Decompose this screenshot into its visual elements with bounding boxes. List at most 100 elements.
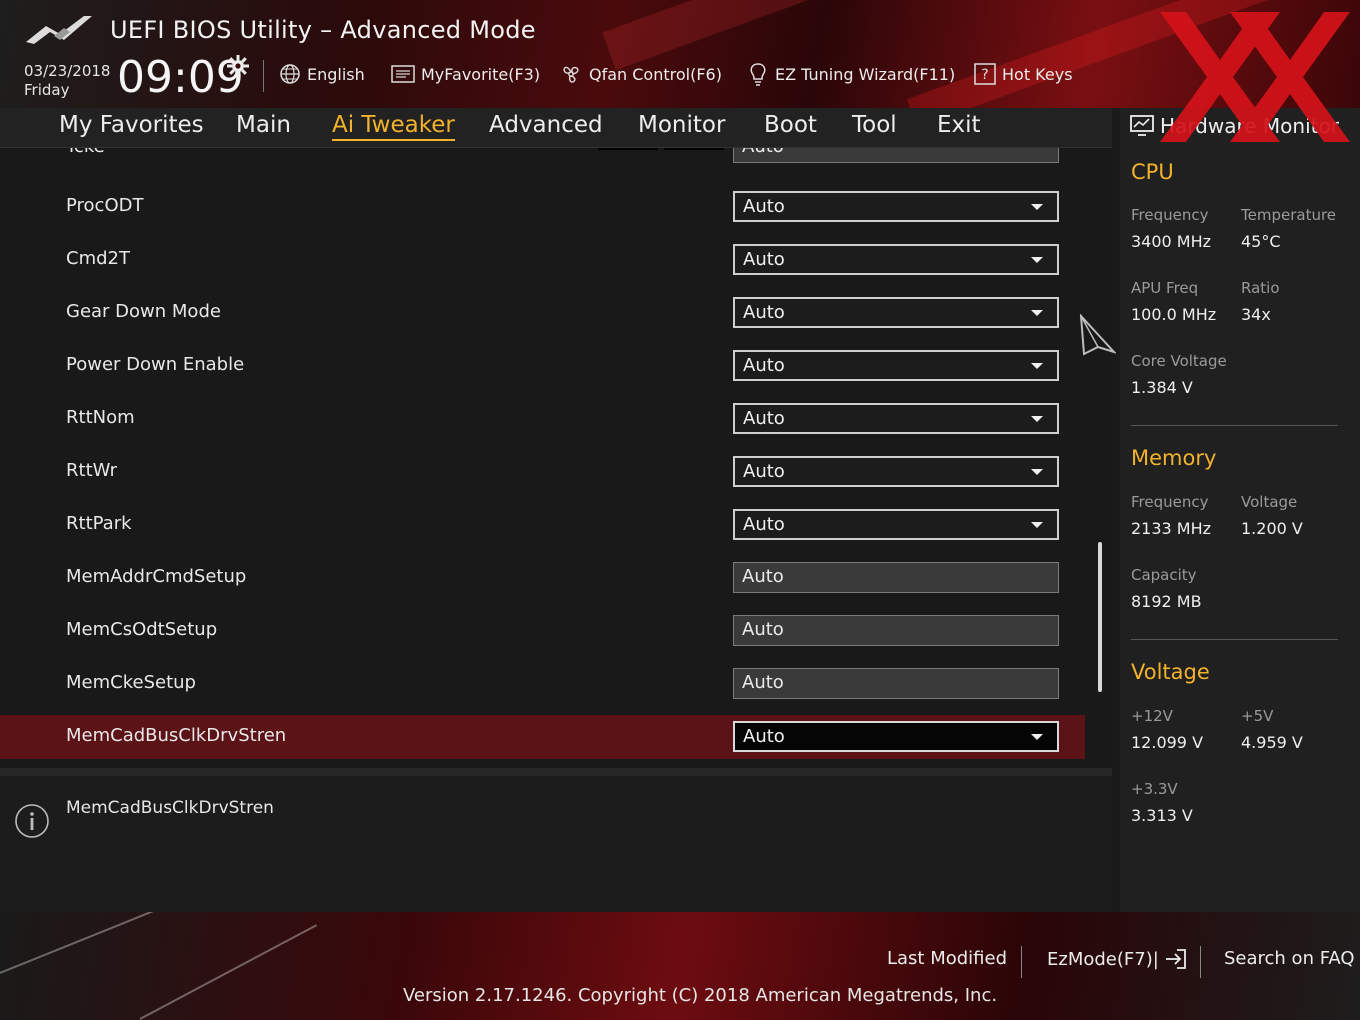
- apu-freq-label: APU Freq: [1131, 279, 1199, 297]
- search-faq-button[interactable]: Search on FAQ: [1224, 948, 1355, 969]
- setting-value-field[interactable]: Auto: [733, 148, 1059, 163]
- dropdown-value: Auto: [743, 726, 785, 747]
- info-icon: [15, 804, 49, 838]
- setting-label: Gear Down Mode: [66, 301, 221, 322]
- header-bar: UEFI BIOS Utility – Advanced Mode 03/23/…: [0, 0, 1360, 108]
- v5-value: 4.959 V: [1241, 733, 1303, 752]
- cpu-frequency-label: Frequency: [1131, 206, 1209, 224]
- core-voltage-value: 1.384 V: [1131, 378, 1193, 397]
- qfan-label: Qfan Control(F6): [589, 64, 722, 84]
- tab-main[interactable]: Main: [236, 112, 291, 138]
- date-display: 03/23/2018 Friday: [24, 62, 110, 100]
- setting-value-field[interactable]: Auto: [733, 668, 1059, 699]
- setting-dropdown[interactable]: Auto: [733, 350, 1059, 381]
- settings-row-memcadbusclkdrvstren[interactable]: MemCadBusClkDrvStren Auto: [0, 715, 1085, 759]
- hot-keys-button[interactable]: ? Hot Keys: [974, 62, 1073, 86]
- tab-exit[interactable]: Exit: [937, 112, 981, 138]
- question-box-icon: ?: [974, 63, 996, 85]
- date-text: 03/23/2018: [24, 62, 111, 80]
- memory-capacity-value: 8192 MB: [1131, 592, 1202, 611]
- language-label: English: [307, 64, 365, 84]
- chevron-down-icon: [1031, 204, 1043, 210]
- settings-row-partial[interactable]: Tcke 6 6 Auto: [0, 148, 1085, 170]
- memory-frequency-value: 2133 MHz: [1131, 519, 1212, 538]
- settings-row-gear-down-mode[interactable]: Gear Down Mode Auto: [0, 291, 1085, 335]
- apu-freq-value: 100.0 MHz: [1131, 305, 1217, 324]
- myfavorite-button[interactable]: MyFavorite(F3): [391, 62, 540, 86]
- dropdown-value: Auto: [743, 461, 785, 482]
- settings-row-rttpark[interactable]: RttPark Auto: [0, 503, 1085, 547]
- ezmode-button[interactable]: EzMode(F7)|: [1047, 948, 1187, 970]
- last-modified-button[interactable]: Last Modified: [887, 948, 1007, 969]
- memory-voltage-value: 1.200 V: [1241, 519, 1303, 538]
- settings-row-rttwr[interactable]: RttWr Auto: [0, 450, 1085, 494]
- timing-value-box: 6: [598, 148, 658, 150]
- setting-dropdown[interactable]: Auto: [733, 403, 1059, 434]
- settings-row-procodt[interactable]: ProcODT Auto: [0, 185, 1085, 229]
- chevron-down-icon: [1031, 310, 1043, 316]
- dropdown-value: Auto: [743, 408, 785, 429]
- v33-label: +3.3V: [1131, 780, 1178, 798]
- setting-dropdown[interactable]: Auto: [733, 297, 1059, 328]
- setting-label: RttNom: [66, 407, 135, 428]
- settings-row-memckesetup[interactable]: MemCkeSetup Auto: [0, 662, 1085, 706]
- cpu-heading: CPU: [1131, 160, 1174, 184]
- dropdown-value: Auto: [743, 302, 785, 323]
- setting-label: MemCadBusClkDrvStren: [66, 725, 287, 746]
- settings-row-memcsodtsetup[interactable]: MemCsOdtSetup Auto: [0, 609, 1085, 653]
- day-text: Friday: [24, 81, 70, 99]
- mouse-cursor-icon: [1079, 314, 1116, 356]
- setting-dropdown[interactable]: Auto: [733, 456, 1059, 487]
- setting-label: RttPark: [66, 513, 132, 534]
- language-button[interactable]: English: [279, 62, 365, 86]
- settings-row-rttnom[interactable]: RttNom Auto: [0, 397, 1085, 441]
- chevron-down-icon: [1031, 257, 1043, 263]
- setting-dropdown[interactable]: Auto: [733, 721, 1059, 752]
- setting-value-field[interactable]: Auto: [733, 615, 1059, 646]
- settings-row-power-down-enable[interactable]: Power Down Enable Auto: [0, 344, 1085, 388]
- tab-my-favorites[interactable]: My Favorites: [59, 112, 204, 138]
- watermark-logo: [1160, 12, 1350, 142]
- footer-separator: [1200, 946, 1201, 978]
- setting-label: Power Down Enable: [66, 354, 245, 375]
- setting-dropdown[interactable]: Auto: [733, 509, 1059, 540]
- help-panel: MemCadBusClkDrvStren: [0, 768, 1112, 912]
- exit-arrow-icon: [1165, 949, 1186, 969]
- settings-row-memaddrcmdsetup[interactable]: MemAddrCmdSetup Auto: [0, 556, 1085, 600]
- tab-tool[interactable]: Tool: [852, 112, 897, 138]
- tab-advanced[interactable]: Advanced: [489, 112, 603, 138]
- version-text: Version 2.17.1246. Copyright (C) 2018 Am…: [403, 985, 998, 1006]
- rog-logo-icon: [26, 16, 92, 44]
- ez-tuning-wizard-button[interactable]: EZ Tuning Wizard(F11): [747, 62, 955, 86]
- setting-dropdown[interactable]: Auto: [733, 191, 1059, 222]
- chevron-down-icon: [1031, 469, 1043, 475]
- gear-icon[interactable]: [226, 54, 250, 78]
- footer-separator: [1021, 946, 1022, 978]
- settings-list: Tcke 6 6 Auto ProcODT Auto Cmd2T Auto Ge…: [0, 148, 1112, 768]
- memory-capacity-label: Capacity: [1131, 566, 1197, 584]
- app-title: UEFI BIOS Utility – Advanced Mode: [110, 16, 536, 44]
- svg-text:?: ?: [981, 67, 988, 83]
- tab-monitor[interactable]: Monitor: [638, 112, 725, 138]
- chevron-down-icon: [1031, 363, 1043, 369]
- header-streak: [602, 0, 898, 71]
- monitor-icon: [1130, 115, 1154, 136]
- cpu-temperature-label: Temperature: [1241, 206, 1337, 224]
- settings-scrollbar[interactable]: [1098, 542, 1102, 692]
- settings-row-cmd2t[interactable]: Cmd2T Auto: [0, 238, 1085, 282]
- tab-boot[interactable]: Boot: [764, 112, 817, 138]
- ez-tuning-label: EZ Tuning Wizard(F11): [775, 64, 956, 84]
- setting-dropdown[interactable]: Auto: [733, 244, 1059, 275]
- section-divider: [1131, 639, 1338, 640]
- voltage-heading: Voltage: [1131, 660, 1210, 684]
- v12-value: 12.099 V: [1131, 733, 1204, 752]
- footer-streak: [0, 912, 242, 974]
- tab-ai-tweaker[interactable]: Ai Tweaker: [332, 112, 455, 141]
- setting-label: MemCsOdtSetup: [66, 619, 218, 640]
- dropdown-value: Auto: [743, 196, 785, 217]
- qfan-control-button[interactable]: Qfan Control(F6): [559, 62, 722, 86]
- cpu-temperature-value: 45°C: [1241, 232, 1281, 251]
- setting-value-field[interactable]: Auto: [733, 562, 1059, 593]
- ratio-label: Ratio: [1241, 279, 1280, 297]
- globe-icon: [280, 64, 300, 84]
